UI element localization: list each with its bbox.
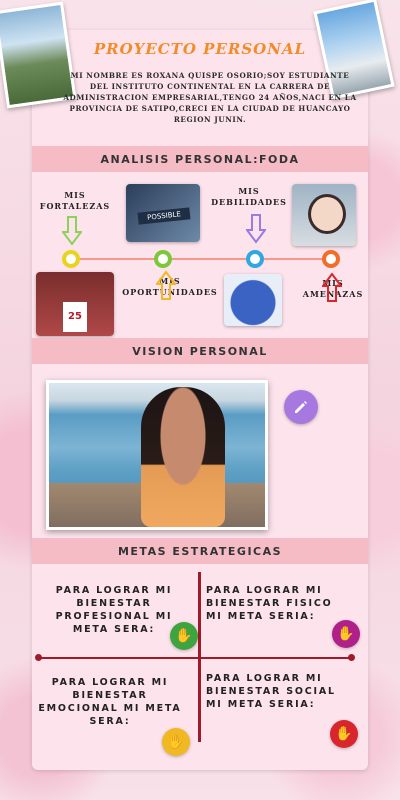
goal-profesional: PARA LOGRAR MI BIENESTAR PROFESIONAL MI … (55, 585, 173, 635)
metas-heading: METAS ESTRATEGICAS (32, 538, 368, 564)
goal-emocional: PARA LOGRAR MI BIENESTAR EMOCIONAL MI ME… (38, 677, 182, 727)
hand-icon[interactable]: ✋ (330, 720, 358, 748)
divider-horizontal (38, 657, 352, 659)
fortalezas-dot (62, 250, 80, 268)
vision-heading: VISION PERSONAL (32, 338, 368, 364)
foda-timeline (64, 258, 336, 260)
goal-fisico: PARA LOGRAR MI BIENESTAR FISICO MI META … (206, 585, 333, 622)
jersey-number: 25 (63, 302, 87, 332)
fortalezas-label: MIS FORTALEZAS (39, 190, 111, 211)
foda-heading: ANALISIS PERSONAL:FODA (32, 146, 368, 172)
edit-button[interactable] (284, 390, 318, 424)
amenazas-dot (322, 250, 340, 268)
debilidades-label: MIS DEBILIDADES (211, 186, 287, 207)
debilidades-dot (246, 250, 264, 268)
hand-icon[interactable]: ✋ (162, 728, 190, 756)
goal-social: PARA LOGRAR MI BIENESTAR SOCIAL MI META … (206, 673, 336, 710)
pencil-icon (295, 401, 307, 413)
intro-text: MI NOMBRE ES ROXANA QUISPE OSORIO;SOY ES… (63, 71, 357, 124)
arrow-up-icon (156, 270, 176, 300)
divider-endpoint (35, 654, 42, 661)
athlete-girl-photo: 25 (36, 272, 114, 336)
arrow-down-icon (246, 214, 266, 244)
arrow-up-icon (322, 272, 342, 302)
cartoon-girl-image (292, 184, 356, 246)
sadness-character-image (224, 274, 282, 326)
page-title: PROYECTO PERSONAL (93, 40, 307, 58)
possible-sign-text: POSSIBLE (137, 207, 191, 225)
possible-sign-photo: POSSIBLE (126, 184, 200, 242)
hand-icon[interactable]: ✋ (170, 622, 198, 650)
hand-icon[interactable]: ✋ (332, 620, 360, 648)
divider-endpoint (348, 654, 355, 661)
arrow-down-icon (62, 216, 82, 246)
oportunidades-dot (154, 250, 172, 268)
vision-photo (46, 380, 268, 530)
